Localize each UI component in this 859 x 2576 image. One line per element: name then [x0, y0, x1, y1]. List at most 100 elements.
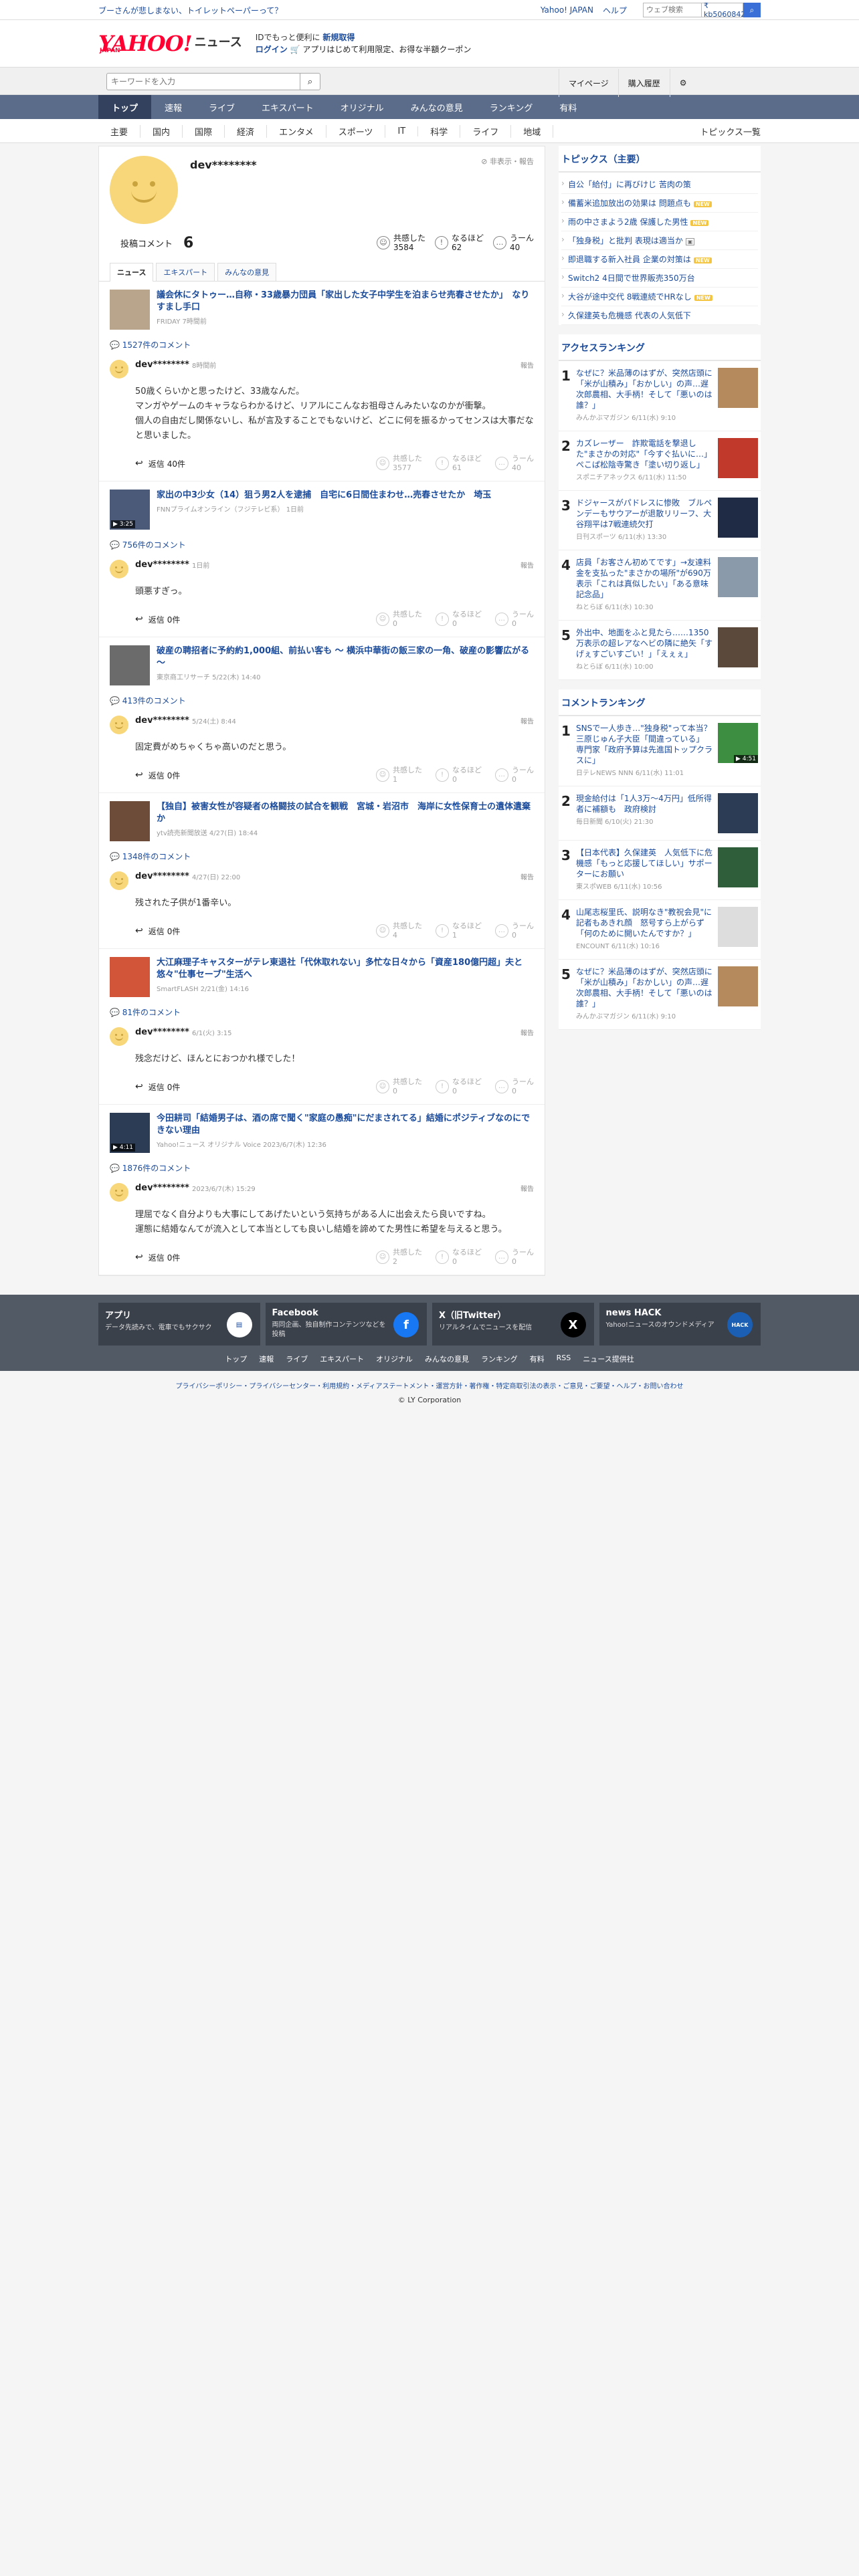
article-title[interactable]: 今田耕司「結婚男子は、酒の席で聞く"家庭の愚痴"にだまされてる」結婚にポジティブ… [157, 1113, 534, 1137]
reply-button[interactable]: ↩ 返信 40件 [135, 458, 185, 469]
login-link[interactable]: ログイン [256, 45, 288, 54]
ranking-item[interactable]: 4 店員「お客さん初めてです」→友達料金を支払った"まさかの場所"が690万表示「… [559, 550, 761, 621]
nav-ranking[interactable]: ランキング [476, 95, 547, 119]
ranking-item[interactable]: 3 ドジャースがパドレスに惨敗 ブルペンデーもサウアーが退散リリーフ、大谷翔平は7… [559, 491, 761, 550]
mypage-link[interactable]: マイページ [559, 69, 618, 97]
insight-button[interactable]: ! なるほど 1 [436, 922, 482, 940]
category-entertainment[interactable]: エンタメ [267, 124, 326, 138]
coupon-promo[interactable]: 🛒 アプリはじめて利用限定、お得な半額クーポン [290, 45, 472, 54]
ranking-title[interactable]: 外出中、地面をふと見たら……1350万表示の超レアなヘビの隣に絶矢「すげぇすごい… [576, 627, 718, 673]
article-card[interactable]: 議会休にタトゥー…自称・33歳暴力団員「家出した女子中学生を泊まらせ売春させたか… [110, 290, 534, 330]
report-link[interactable]: 報告 [520, 1027, 534, 1037]
article-card[interactable]: ▶ 3:25 家出の中3少女（14）狙う男2人を逮捕 自宅に6日間住まわせ…売春さ… [110, 490, 534, 530]
topic-item[interactable]: 大谷が途中交代 8戦連続でHRなしNEW [561, 288, 758, 306]
ranking-thumbnail[interactable] [718, 627, 758, 667]
topic-item[interactable]: 久保建英も危機感 代表の人気低下 [561, 306, 758, 325]
ranking-thumbnail[interactable] [718, 438, 758, 478]
ranking-item[interactable]: 2 現金給付は「1人3万～4万円」低所得者に補額も 政府検討 毎日新聞 6/10(火… [559, 786, 761, 841]
report-link[interactable]: 報告 [520, 871, 534, 881]
topic-item[interactable]: Switch2 4日間で世界販売350万台 [561, 269, 758, 288]
report-link[interactable]: 報告 [520, 716, 534, 726]
comment-count-link[interactable]: 💬 1348件のコメント [110, 851, 534, 862]
insight-button[interactable]: ! なるほど 0 [436, 1077, 482, 1096]
hmm-button[interactable]: … うーん 0 [495, 610, 534, 629]
reply-button[interactable]: ↩ 返信 0件 [135, 926, 180, 937]
ranking-item[interactable]: 5 なぜに？米品薄のはずが、突然店頭に「米が山積み」「おかしい」の声…遅次郎農相、… [559, 960, 761, 1030]
promo-link[interactable]: ブーさんが悲しまない、トイレットペーパーって？ [98, 5, 541, 16]
article-thumbnail[interactable] [110, 290, 150, 330]
footer-link[interactable]: 有料 [530, 1354, 545, 1364]
yahoo-japan-link[interactable]: Yahoo! JAPAN [541, 5, 593, 15]
ranking-title[interactable]: 【日本代表】久保建英 人気低下に危機感「もっと応援してほしい」サポーターにお願い… [576, 847, 718, 893]
article-thumbnail[interactable]: ▶ 4:11 [110, 1113, 150, 1153]
report-link[interactable]: 報告 [520, 560, 534, 570]
insight-button[interactable]: ! なるほど 0 [436, 766, 482, 784]
comment-count-link[interactable]: 💬 1527件のコメント [110, 339, 534, 350]
empathy-button[interactable]: ☺ 共感した 4 [376, 922, 422, 940]
topic-item[interactable]: 雨の中さまよう2歳 保護した男性NEW [561, 213, 758, 231]
ranking-thumbnail[interactable] [718, 907, 758, 947]
article-card[interactable]: 【独自】被害女性が容疑者の格闘技の試合を観戦 宮城・岩沼市 海岸に女性保育士の遺… [110, 801, 534, 841]
ranking-thumbnail[interactable] [718, 847, 758, 887]
signup-link[interactable]: 新規取得 [322, 33, 355, 42]
empathy-button[interactable]: ☺ 共感した 3577 [376, 454, 422, 473]
hmm-button[interactable]: … うーん 40 [495, 454, 534, 473]
article-thumbnail[interactable] [110, 801, 150, 841]
article-title[interactable]: 破産の聘招者に予約約1,000組、前払い客も ～ 横浜中華街の飯三家の一角、破産… [157, 645, 534, 669]
ranking-title[interactable]: SNSで一人歩き…"独身税"って本当？ 三原じゅん子大臣「間違っている」 専門家… [576, 723, 720, 779]
legal-links[interactable]: プライバシーポリシー・プライバシーセンター・利用規約・メディアステートメント・運… [0, 1380, 859, 1390]
category-domestic[interactable]: 国内 [140, 124, 183, 138]
ranking-title[interactable]: 店員「お客さん初めてです」→友達料金を支払った"まさかの場所"が690万表示「こ… [576, 557, 718, 613]
topic-item[interactable]: 自公「給付」に再びけじ 苦肉の策 [561, 175, 758, 194]
empathy-button[interactable]: ☺ 共感した 1 [376, 766, 422, 784]
footer-link[interactable]: ランキング [481, 1354, 518, 1364]
tab-news[interactable]: ニュース [110, 263, 154, 282]
insight-button[interactable]: ! なるほど 0 [436, 1248, 482, 1267]
comment-count-link[interactable]: 💬 756件のコメント [110, 539, 534, 550]
comment-count-link[interactable]: 💬 413件のコメント [110, 695, 534, 706]
reply-button[interactable]: ↩ 返信 0件 [135, 614, 180, 625]
footer-link[interactable]: みんなの意見 [425, 1354, 469, 1364]
ranking-title[interactable]: カズレーザー 詐欺電話を撃退した"まさかの対応"「今すぐ払いに…」ぺこぱ松陰寺驚… [576, 438, 718, 484]
reply-button[interactable]: ↩ 返信 0件 [135, 1252, 180, 1263]
hmm-button[interactable]: … うーん 0 [495, 1077, 534, 1096]
nav-original[interactable]: オリジナル [327, 95, 397, 119]
footer-link[interactable]: ニュース提供社 [583, 1354, 634, 1364]
nav-paid[interactable]: 有料 [546, 95, 590, 119]
ranking-thumbnail[interactable]: ▶ 4:51 [718, 723, 758, 763]
web-search-input[interactable] [643, 3, 702, 17]
footer-link[interactable]: ライブ [286, 1354, 308, 1364]
empathy-button[interactable]: ☺ 共感した 0 [376, 610, 422, 629]
insight-button[interactable]: ! なるほど 0 [436, 610, 482, 629]
settings-button[interactable]: ⚙ [669, 69, 696, 97]
article-thumbnail[interactable]: ▶ 3:25 [110, 490, 150, 530]
ranking-thumbnail[interactable] [718, 368, 758, 408]
ranking-thumbnail[interactable] [718, 557, 758, 597]
article-card[interactable]: 大江麻理子キャスターがテレ東退社「代休取れない」多忙な日々から「資産180億円超… [110, 957, 534, 997]
topic-item[interactable]: 備蓄米追加放出の効果は 問題点もNEW [561, 194, 758, 213]
ranking-title[interactable]: なぜに？米品薄のはずが、突然店頭に「米が山積み」「おかしい」の声…遅次郎農相、大… [576, 368, 718, 424]
footer-link[interactable]: トップ [225, 1354, 247, 1364]
ranking-item[interactable]: 1 SNSで一人歩き…"独身税"って本当？ 三原じゅん子大臣「間違っている」 専門… [559, 716, 761, 786]
footer-link[interactable]: RSS [557, 1354, 571, 1364]
ranking-item[interactable]: 3 【日本代表】久保建英 人気低下に危機感「もっと応援してほしい」サポーターにお願… [559, 841, 761, 900]
empathy-button[interactable]: ☺ 共感した 0 [376, 1077, 422, 1096]
tab-opinion[interactable]: みんなの意見 [217, 263, 277, 281]
footer-link[interactable]: 速報 [259, 1354, 274, 1364]
article-thumbnail[interactable] [110, 957, 150, 997]
article-card[interactable]: 破産の聘招者に予約約1,000組、前払い客も ～ 横浜中華街の飯三家の一角、破産… [110, 645, 534, 685]
category-sports[interactable]: スポーツ [326, 124, 386, 138]
nav-opinion[interactable]: みんなの意見 [397, 95, 476, 119]
topic-item[interactable]: 即退職する新入社員 企業の対策はNEW [561, 250, 758, 269]
category-science[interactable]: 科学 [418, 124, 461, 138]
ranking-thumbnail[interactable] [718, 498, 758, 538]
ranking-title[interactable]: ドジャースがパドレスに惨敗 ブルペンデーもサウアーが退散リリーフ、大谷翔平は7戦… [576, 498, 718, 543]
nav-breaking[interactable]: 速報 [151, 95, 195, 119]
purchase-history-link[interactable]: 購入履歴 [617, 69, 670, 97]
article-title[interactable]: 議会休にタトゥー…自称・33歳暴力団員「家出した女子中学生を泊まらせ売春させたか… [157, 290, 534, 314]
comment-count-link[interactable]: 💬 1876件のコメント [110, 1162, 534, 1174]
comment-count-link[interactable]: 💬 81件のコメント [110, 1006, 534, 1018]
ranking-item[interactable]: 2 カズレーザー 詐欺電話を撃退した"まさかの対応"「今すぐ払いに…」ぺこぱ松陰寺… [559, 431, 761, 491]
hmm-button[interactable]: … うーん 0 [495, 766, 534, 784]
ranking-item[interactable]: 4 山尾志桜里氏、説明なき"教祝会見"に記者もあきれ顔 怒号すら上がらず「何のため… [559, 900, 761, 960]
